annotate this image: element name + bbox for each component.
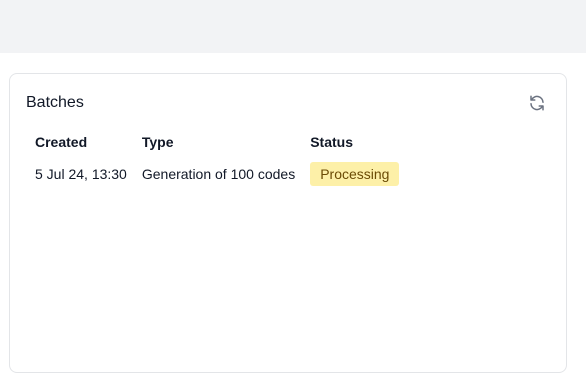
batches-card: Batches Created Type Status 5 Jul 24, 13… <box>9 73 567 373</box>
refresh-button[interactable] <box>526 92 548 114</box>
table-row: 5 Jul 24, 13:30 Generation of 100 codes … <box>30 152 409 186</box>
top-background-band <box>0 0 586 53</box>
refresh-icon <box>530 95 544 111</box>
created-cell: 5 Jul 24, 13:30 <box>35 166 127 182</box>
column-header-created: Created <box>35 134 88 150</box>
column-header-type: Type <box>141 134 174 150</box>
type-cell: Generation of 100 codes <box>141 166 296 182</box>
status-badge: Processing <box>310 162 400 186</box>
batches-table: Created Type Status 5 Jul 24, 13:30 Gene… <box>30 126 409 186</box>
status-cell: Processing <box>305 152 409 186</box>
card-title: Batches <box>26 94 84 111</box>
column-header-status: Status <box>310 134 353 150</box>
table-header-row: Created Type Status <box>30 126 409 152</box>
